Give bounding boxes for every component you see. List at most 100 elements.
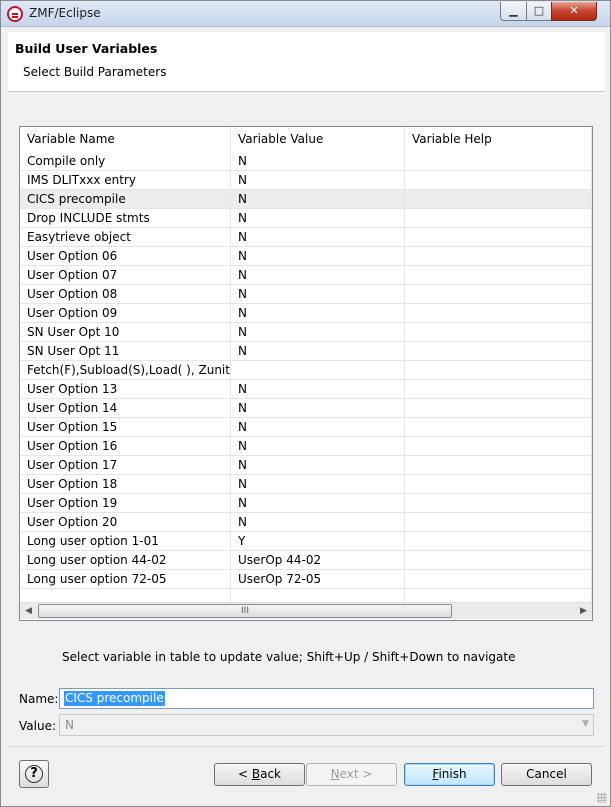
table-row[interactable]: CICS precompile N bbox=[20, 190, 592, 209]
table-row[interactable]: User Option 08 N bbox=[20, 285, 592, 304]
cell-variable-help[interactable] bbox=[405, 456, 592, 475]
cell-variable-name[interactable]: Drop INCLUDE stmts bbox=[20, 209, 231, 228]
resize-grip-icon[interactable] bbox=[597, 793, 607, 803]
name-field[interactable]: CICS precompile bbox=[59, 688, 594, 709]
cell-variable-help[interactable] bbox=[405, 190, 592, 209]
cell-variable-name[interactable]: Easytrieve object bbox=[20, 228, 231, 247]
cell-variable-value[interactable]: N bbox=[231, 171, 405, 190]
table-row[interactable]: User Option 07 N bbox=[20, 266, 592, 285]
table-row[interactable]: User Option 18 N bbox=[20, 475, 592, 494]
table-row[interactable]: User Option 14 N bbox=[20, 399, 592, 418]
table-row[interactable]: SN User Opt 10 N bbox=[20, 323, 592, 342]
scrollbar-thumb[interactable]: III bbox=[38, 604, 452, 618]
cell-variable-help[interactable] bbox=[405, 304, 592, 323]
title-bar[interactable]: ZMF/Eclipse ▁ □ ✕ bbox=[1, 1, 610, 27]
cell-variable-value[interactable]: N bbox=[231, 437, 405, 456]
table-row[interactable]: Compile only N bbox=[20, 152, 592, 171]
column-header-variable-help[interactable]: Variable Help bbox=[405, 127, 592, 152]
cell-variable-value[interactable]: N bbox=[231, 152, 405, 171]
cell-variable-name[interactable]: User Option 15 bbox=[20, 418, 231, 437]
cell-variable-name[interactable]: User Option 17 bbox=[20, 456, 231, 475]
back-button[interactable]: < Back bbox=[214, 763, 305, 786]
cell-variable-help[interactable] bbox=[405, 399, 592, 418]
cell-variable-value[interactable]: N bbox=[231, 475, 405, 494]
cell-variable-value[interactable]: N bbox=[231, 209, 405, 228]
cell-variable-help[interactable] bbox=[405, 513, 592, 532]
cell-variable-help[interactable] bbox=[405, 437, 592, 456]
cell-variable-name[interactable]: User Option 06 bbox=[20, 247, 231, 266]
table-row[interactable]: Fetch(F),Subload(S),Load( ), Zunit(U) bbox=[20, 361, 592, 380]
cell-variable-value[interactable]: N bbox=[231, 494, 405, 513]
cell-variable-value[interactable]: N bbox=[231, 266, 405, 285]
finish-button[interactable]: Finish bbox=[404, 763, 495, 786]
cell-variable-help[interactable] bbox=[405, 532, 592, 551]
cell-variable-value[interactable]: N bbox=[231, 285, 405, 304]
cell-variable-name[interactable]: User Option 08 bbox=[20, 285, 231, 304]
maximize-button[interactable]: □ bbox=[526, 2, 552, 21]
cell-variable-help[interactable] bbox=[405, 152, 592, 171]
table-row[interactable]: User Option 16 N bbox=[20, 437, 592, 456]
cell-variable-value[interactable]: Y bbox=[231, 532, 405, 551]
cell-variable-value[interactable]: N bbox=[231, 190, 405, 209]
table-row[interactable]: User Option 20 N bbox=[20, 513, 592, 532]
cell-variable-name[interactable]: CICS precompile bbox=[20, 190, 231, 209]
table-row[interactable]: User Option 06 N bbox=[20, 247, 592, 266]
cancel-button[interactable]: Cancel bbox=[501, 763, 592, 786]
cell-variable-name[interactable]: User Option 07 bbox=[20, 266, 231, 285]
cell-variable-name[interactable]: IMS DLITxxx entry bbox=[20, 171, 231, 190]
variables-table[interactable]: Variable Name Variable Value Variable He… bbox=[19, 126, 593, 621]
cell-variable-value[interactable]: N bbox=[231, 513, 405, 532]
cell-variable-name[interactable]: User Option 18 bbox=[20, 475, 231, 494]
cell-variable-name[interactable]: User Option 13 bbox=[20, 380, 231, 399]
table-row[interactable]: SN User Opt 11 N bbox=[20, 342, 592, 361]
cell-variable-name[interactable]: User Option 14 bbox=[20, 399, 231, 418]
cell-variable-help[interactable] bbox=[405, 323, 592, 342]
table-row[interactable]: Drop INCLUDE stmts N bbox=[20, 209, 592, 228]
table-row[interactable]: Easytrieve object N bbox=[20, 228, 592, 247]
cell-variable-name[interactable]: Long user option 1-01 bbox=[20, 532, 231, 551]
dropdown-arrow-icon[interactable]: ▼ bbox=[582, 719, 589, 729]
cell-variable-help[interactable] bbox=[405, 475, 592, 494]
cell-variable-value[interactable]: N bbox=[231, 323, 405, 342]
cell-variable-value[interactable]: N bbox=[231, 228, 405, 247]
cell-variable-value[interactable]: UserOp 44-02 bbox=[231, 551, 405, 570]
close-button[interactable]: ✕ bbox=[551, 2, 597, 21]
cell-variable-value[interactable] bbox=[231, 361, 405, 380]
cell-variable-name[interactable]: SN User Opt 10 bbox=[20, 323, 231, 342]
cell-variable-help[interactable] bbox=[405, 342, 592, 361]
minimize-button[interactable]: ▁ bbox=[500, 2, 527, 21]
horizontal-scrollbar[interactable]: ◀ III ▶ bbox=[20, 602, 592, 619]
cell-variable-help[interactable] bbox=[405, 494, 592, 513]
table-row[interactable]: Long user option 44-02 UserOp 44-02 bbox=[20, 551, 592, 570]
cell-variable-name[interactable]: SN User Opt 11 bbox=[20, 342, 231, 361]
table-row[interactable]: Long user option 1-01 Y bbox=[20, 532, 592, 551]
column-header-variable-value[interactable]: Variable Value bbox=[231, 127, 405, 152]
cell-variable-value[interactable]: N bbox=[231, 304, 405, 323]
cell-variable-name[interactable]: User Option 16 bbox=[20, 437, 231, 456]
cell-variable-name[interactable]: Long user option 44-02 bbox=[20, 551, 231, 570]
cell-variable-value[interactable]: N bbox=[231, 380, 405, 399]
cell-variable-value[interactable]: N bbox=[231, 247, 405, 266]
table-row[interactable]: User Option 19 N bbox=[20, 494, 592, 513]
help-button[interactable]: ? bbox=[19, 760, 49, 788]
cell-variable-name[interactable]: User Option 20 bbox=[20, 513, 231, 532]
cell-variable-name[interactable]: User Option 09 bbox=[20, 304, 231, 323]
cell-variable-help[interactable] bbox=[405, 418, 592, 437]
cell-variable-help[interactable] bbox=[405, 551, 592, 570]
cell-variable-help[interactable] bbox=[405, 247, 592, 266]
table-row[interactable]: User Option 09 N bbox=[20, 304, 592, 323]
cell-variable-value[interactable]: N bbox=[231, 418, 405, 437]
cell-variable-help[interactable] bbox=[405, 570, 592, 589]
cell-variable-help[interactable] bbox=[405, 361, 592, 380]
cell-variable-help[interactable] bbox=[405, 285, 592, 304]
cell-variable-name[interactable]: User Option 19 bbox=[20, 494, 231, 513]
cell-variable-help[interactable] bbox=[405, 171, 592, 190]
cell-variable-name[interactable]: Compile only bbox=[20, 152, 231, 171]
cell-variable-name[interactable]: Long user option 72-05 bbox=[20, 570, 231, 589]
table-row[interactable]: User Option 17 N bbox=[20, 456, 592, 475]
table-row[interactable]: User Option 13 N bbox=[20, 380, 592, 399]
cell-variable-help[interactable] bbox=[405, 209, 592, 228]
table-row[interactable]: Long user option 72-05 UserOp 72-05 bbox=[20, 570, 592, 589]
next-button[interactable]: Next > bbox=[306, 763, 397, 786]
cell-variable-help[interactable] bbox=[405, 380, 592, 399]
